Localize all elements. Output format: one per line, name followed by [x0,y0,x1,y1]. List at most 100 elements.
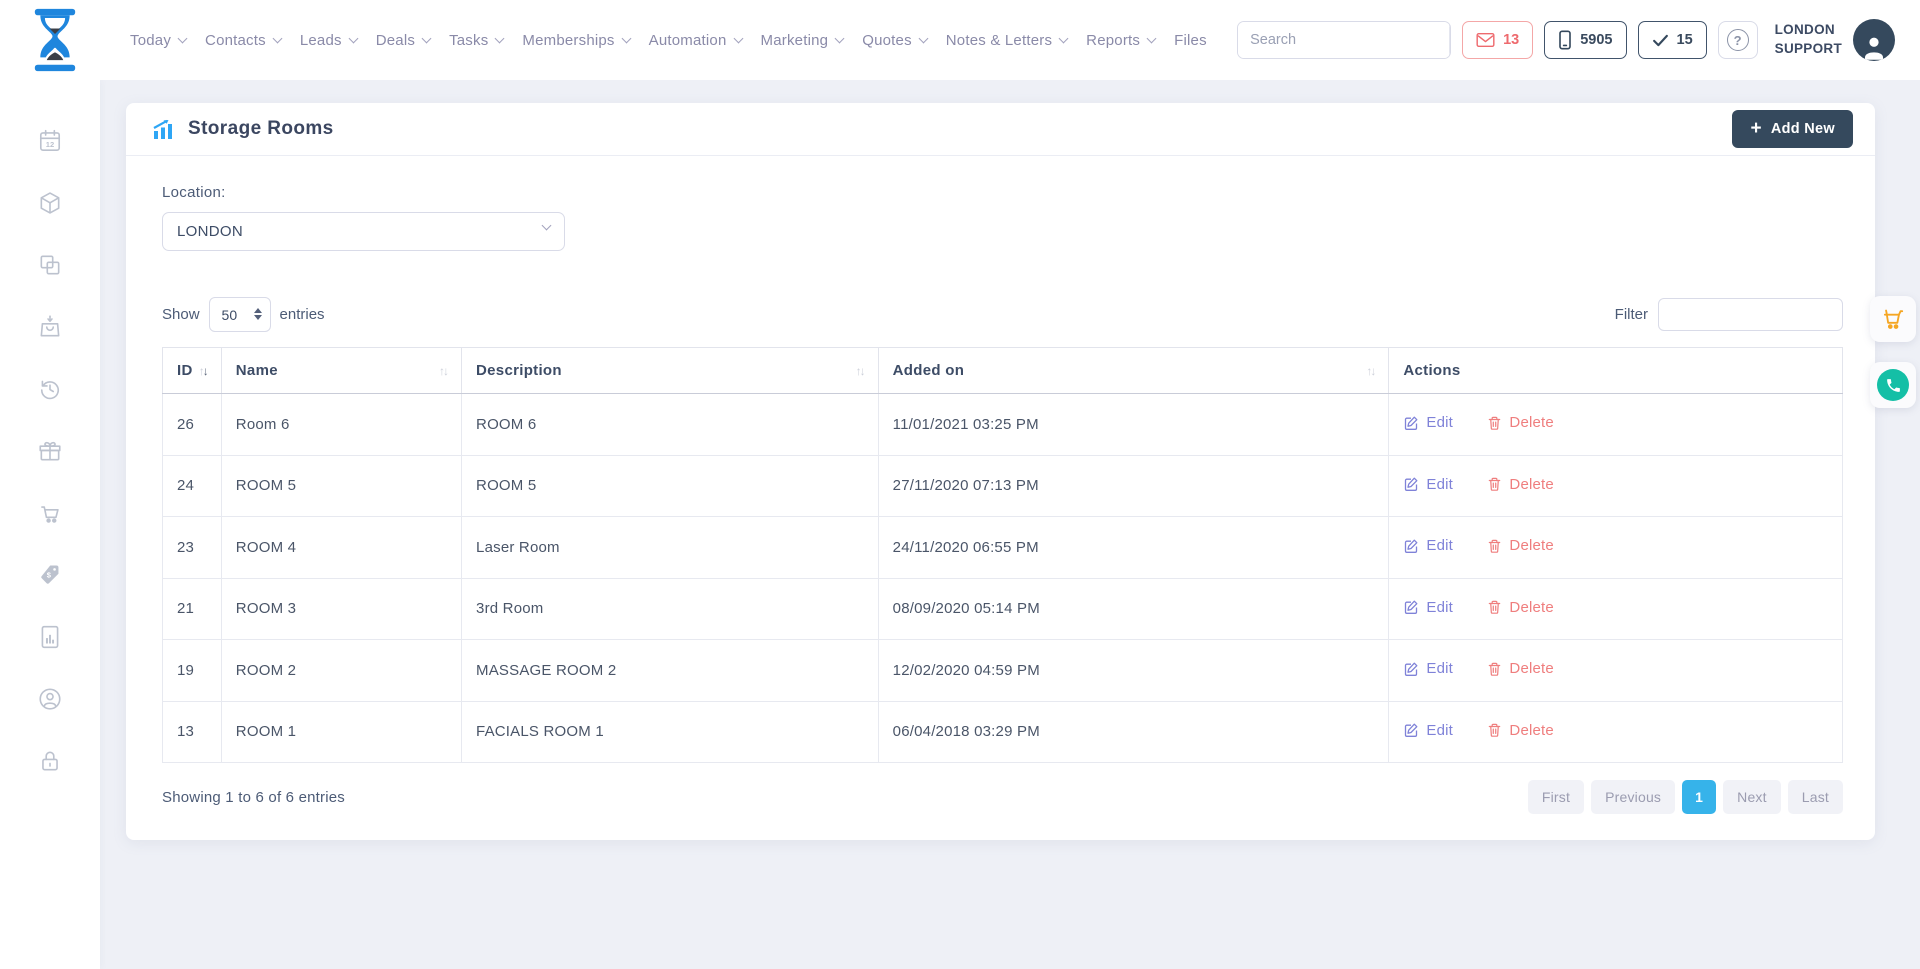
cell-id: 23 [163,517,222,579]
trash-icon [1487,661,1502,677]
lock-icon[interactable] [37,748,63,774]
trash-icon [1487,415,1502,431]
trash-icon [1487,599,1502,615]
cell-description: ROOM 6 [462,394,879,456]
user-avatar[interactable] [1853,19,1895,61]
delete-button[interactable]: Delete [1487,599,1554,616]
nav-item-marketing[interactable]: Marketing [761,32,844,49]
cell-id: 19 [163,640,222,702]
app-logo-hourglass-icon[interactable] [24,7,86,73]
search-input[interactable] [1238,22,1449,58]
filter-input[interactable] [1658,298,1843,331]
entries-summary: Showing 1 to 6 of 6 entries [162,789,345,806]
pagination-last-button[interactable]: Last [1788,780,1843,814]
column-header-actions: Actions [1389,348,1843,394]
delete-button[interactable]: Delete [1487,722,1554,739]
page-length-select[interactable]: 50 [209,297,271,332]
edit-button[interactable]: Edit [1403,599,1453,616]
nav-item-memberships[interactable]: Memberships [522,32,629,49]
nav-item-automation[interactable]: Automation [649,32,742,49]
pagination: First Previous 1 Next Last [1528,780,1843,814]
chevron-down-icon [178,33,188,43]
table-row: 26 Room 6 ROOM 6 11/01/2021 03:25 PM Edi… [163,394,1843,456]
pagination-next-button[interactable]: Next [1723,780,1781,814]
nav-item-deals[interactable]: Deals [376,32,430,49]
floating-phone-button[interactable] [1870,362,1916,408]
nav-label: Deals [376,32,415,49]
entries-label: entries [280,306,325,323]
cell-actions: Edit Delete [1389,640,1843,702]
nav-item-tasks[interactable]: Tasks [449,32,503,49]
nav-label: Leads [300,32,342,49]
add-new-label: Add New [1771,121,1835,137]
edit-button[interactable]: Edit [1403,537,1453,554]
nav-label: Marketing [761,32,829,49]
column-header-name[interactable]: Name↑↓ [221,348,461,394]
help-button[interactable]: ? [1718,21,1758,59]
history-icon[interactable] [37,376,63,402]
chevron-down-icon [1059,33,1069,43]
edit-button[interactable]: Edit [1403,722,1453,739]
global-search [1237,21,1451,59]
nav-label: Reports [1086,32,1140,49]
cell-added-on: 06/04/2018 03:29 PM [878,701,1389,763]
pagination-first-button[interactable]: First [1528,780,1584,814]
edit-button[interactable]: Edit [1403,476,1453,493]
user-name: LONDON SUPPORT [1775,21,1842,59]
cell-id: 24 [163,455,222,517]
topbar-right-group: 13 5905 15 ? LONDON SUPPORT [1237,19,1895,61]
delete-label: Delete [1509,599,1554,616]
card-header: Storage Rooms + Add New [126,103,1875,156]
location-select[interactable]: LONDON [162,212,565,251]
delete-label: Delete [1509,537,1554,554]
filter-label: Filter [1615,306,1648,323]
calendar-icon[interactable]: 12 [37,128,63,154]
delete-button[interactable]: Delete [1487,414,1554,431]
column-header-description[interactable]: Description↑↓ [462,348,879,394]
delete-label: Delete [1509,660,1554,677]
nav-item-files[interactable]: Files [1174,32,1207,49]
delete-label: Delete [1509,722,1554,739]
messages-badge[interactable]: 13 [1462,21,1533,59]
floating-cart-button[interactable] [1870,296,1916,342]
cell-added-on: 27/11/2020 07:13 PM [878,455,1389,517]
cube-icon[interactable] [37,190,63,216]
edit-label: Edit [1426,414,1453,431]
chart-increase-icon [152,119,176,139]
search-icon[interactable] [1449,22,1451,58]
pagination-page-1-button[interactable]: 1 [1682,780,1716,814]
add-new-button[interactable]: + Add New [1732,110,1853,148]
nav-item-notes-letters[interactable]: Notes & Letters [946,32,1067,49]
edit-button[interactable]: Edit [1403,660,1453,677]
cart-icon[interactable] [37,500,63,526]
column-label: Actions [1403,362,1460,379]
phone-badge[interactable]: 5905 [1544,21,1626,59]
pagination-previous-button[interactable]: Previous [1591,780,1675,814]
card-body: Location: LONDON Show 50 entries [126,156,1875,814]
column-header-id[interactable]: ID↑↓ [163,348,222,394]
column-header-added-on[interactable]: Added on↑↓ [878,348,1389,394]
table-row: 19 ROOM 2 MASSAGE ROOM 2 12/02/2020 04:5… [163,640,1843,702]
delete-button[interactable]: Delete [1487,660,1554,677]
bag-download-icon[interactable] [37,314,63,340]
table-row: 23 ROOM 4 Laser Room 24/11/2020 06:55 PM… [163,517,1843,579]
nav-item-leads[interactable]: Leads [300,32,357,49]
price-tag-icon[interactable]: $ [37,562,63,588]
nav-item-contacts[interactable]: Contacts [205,32,281,49]
cell-actions: Edit Delete [1389,517,1843,579]
report-icon[interactable] [37,624,63,650]
edit-button[interactable]: Edit [1403,414,1453,431]
person-icon [1859,31,1889,61]
nav-item-reports[interactable]: Reports [1086,32,1155,49]
cell-actions: Edit Delete [1389,455,1843,517]
delete-button[interactable]: Delete [1487,537,1554,554]
user-circle-icon[interactable] [37,686,63,712]
copy-icon[interactable] [37,252,63,278]
delete-button[interactable]: Delete [1487,476,1554,493]
gift-icon[interactable] [37,438,63,464]
tasks-badge[interactable]: 15 [1638,21,1707,59]
nav-item-quotes[interactable]: Quotes [862,32,927,49]
nav-item-today[interactable]: Today [130,32,186,49]
main-navigation: Today Contacts Leads Deals Tasks Members… [130,32,1207,49]
column-label: Name [236,362,278,379]
